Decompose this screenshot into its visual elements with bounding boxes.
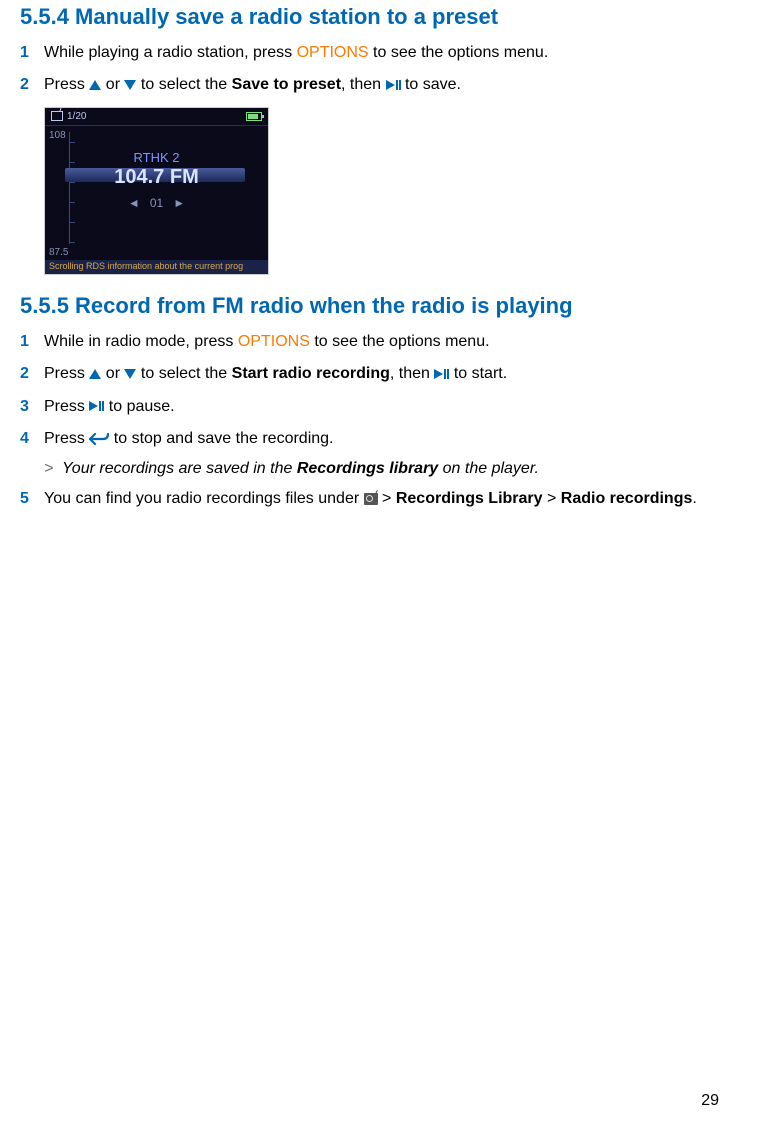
text: While in radio mode, press (44, 333, 238, 350)
text: or (101, 76, 124, 93)
options-key: OPTIONS (238, 333, 310, 350)
text: Press (44, 430, 89, 447)
play-pause-icon (89, 401, 104, 411)
step-text: Press or to select the Start radio recor… (44, 363, 719, 385)
rds-scroll-text: Scrolling RDS information about the curr… (45, 260, 268, 274)
text: to see the options menu. (310, 333, 490, 350)
up-arrow-icon (89, 369, 101, 379)
station-name: RTHK 2 (45, 150, 268, 165)
heading-5-5-4: 5.5.4 Manually save a radio station to a… (20, 4, 719, 30)
recordings-library-label: Recordings library (297, 460, 438, 477)
prev-preset-icon: ◄ (128, 196, 140, 210)
text: , then (390, 365, 434, 382)
step-text: Press or to select the Save to preset, t… (44, 74, 719, 96)
text: to stop and save the recording. (109, 430, 333, 447)
step-text: While in radio mode, press OPTIONS to se… (44, 331, 719, 353)
preset-counter: 1/20 (67, 111, 86, 122)
text: to select the (136, 76, 231, 93)
options-key: OPTIONS (297, 44, 369, 61)
recording-note: > Your recordings are saved in the Recor… (44, 460, 719, 478)
text: to start. (449, 365, 507, 382)
step-5-5-4-1: 1 While playing a radio station, press O… (20, 42, 719, 64)
text: You can find you radio recordings files … (44, 490, 364, 507)
text: While playing a radio station, press (44, 44, 297, 61)
radio-icon (51, 111, 63, 121)
freq-tick (69, 242, 75, 243)
text: > (378, 490, 396, 507)
text: Press (44, 398, 89, 415)
text: . (692, 490, 696, 507)
text: Your recordings are saved in the (62, 460, 297, 477)
next-preset-icon: ► (173, 196, 185, 210)
up-arrow-icon (89, 80, 101, 90)
note-bullet: > (44, 460, 62, 478)
preset-selector: ◄ 01 ► (45, 196, 268, 210)
play-pause-icon (386, 80, 401, 90)
text: to pause. (104, 398, 174, 415)
down-arrow-icon (124, 80, 136, 90)
text: Press (44, 76, 89, 93)
note-text: Your recordings are saved in the Recordi… (62, 460, 539, 478)
step-5-5-5-1: 1 While in radio mode, press OPTIONS to … (20, 331, 719, 353)
step-number: 5 (20, 488, 44, 510)
radio-status-bar: 1/20 (45, 108, 268, 126)
step-number: 1 (20, 42, 44, 64)
text: or (101, 365, 124, 382)
down-arrow-icon (124, 369, 136, 379)
radio-screenshot: 1/20 108 87.5 RTHK 2 104.7 FM ◄ 01 ► Scr… (44, 107, 269, 275)
step-number: 2 (20, 74, 44, 96)
freq-hi-label: 108 (49, 130, 66, 141)
text: to select the (136, 365, 231, 382)
page-number: 29 (701, 1092, 719, 1110)
step-text: Press to pause. (44, 396, 719, 418)
freq-lo-label: 87.5 (49, 247, 68, 258)
play-pause-icon (434, 369, 449, 379)
heading-5-5-5: 5.5.5 Record from FM radio when the radi… (20, 293, 719, 319)
text: > (543, 490, 561, 507)
step-5-5-4-2: 2 Press or to select the Save to preset,… (20, 74, 719, 96)
frequency-label: 104.7 FM (45, 166, 268, 189)
freq-tick (69, 142, 75, 143)
step-text: While playing a radio station, press OPT… (44, 42, 719, 64)
step-5-5-5-5: 5 You can find you radio recordings file… (20, 488, 719, 510)
save-to-preset-label: Save to preset (232, 76, 341, 93)
step-number: 2 (20, 363, 44, 385)
text: Press (44, 365, 89, 382)
step-5-5-5-3: 3 Press to pause. (20, 396, 719, 418)
text: to see the options menu. (369, 44, 549, 61)
preset-number: 01 (150, 196, 163, 210)
recordings-library-label: Recordings Library (396, 490, 543, 507)
start-radio-recording-label: Start radio recording (232, 365, 390, 382)
recordings-icon (364, 493, 378, 505)
step-number: 1 (20, 331, 44, 353)
freq-tick (69, 222, 75, 223)
step-5-5-5-2: 2 Press or to select the Start radio rec… (20, 363, 719, 385)
text: , then (341, 76, 385, 93)
back-arrow-icon (89, 433, 109, 445)
step-text: Press to stop and save the recording. (44, 428, 719, 450)
step-number: 4 (20, 428, 44, 450)
battery-icon (246, 112, 262, 121)
text: on the player. (438, 460, 539, 477)
radio-recordings-label: Radio recordings (561, 490, 693, 507)
step-5-5-5-4: 4 Press to stop and save the recording. (20, 428, 719, 450)
step-number: 3 (20, 396, 44, 418)
step-text: You can find you radio recordings files … (44, 488, 719, 510)
text: to save. (401, 76, 461, 93)
